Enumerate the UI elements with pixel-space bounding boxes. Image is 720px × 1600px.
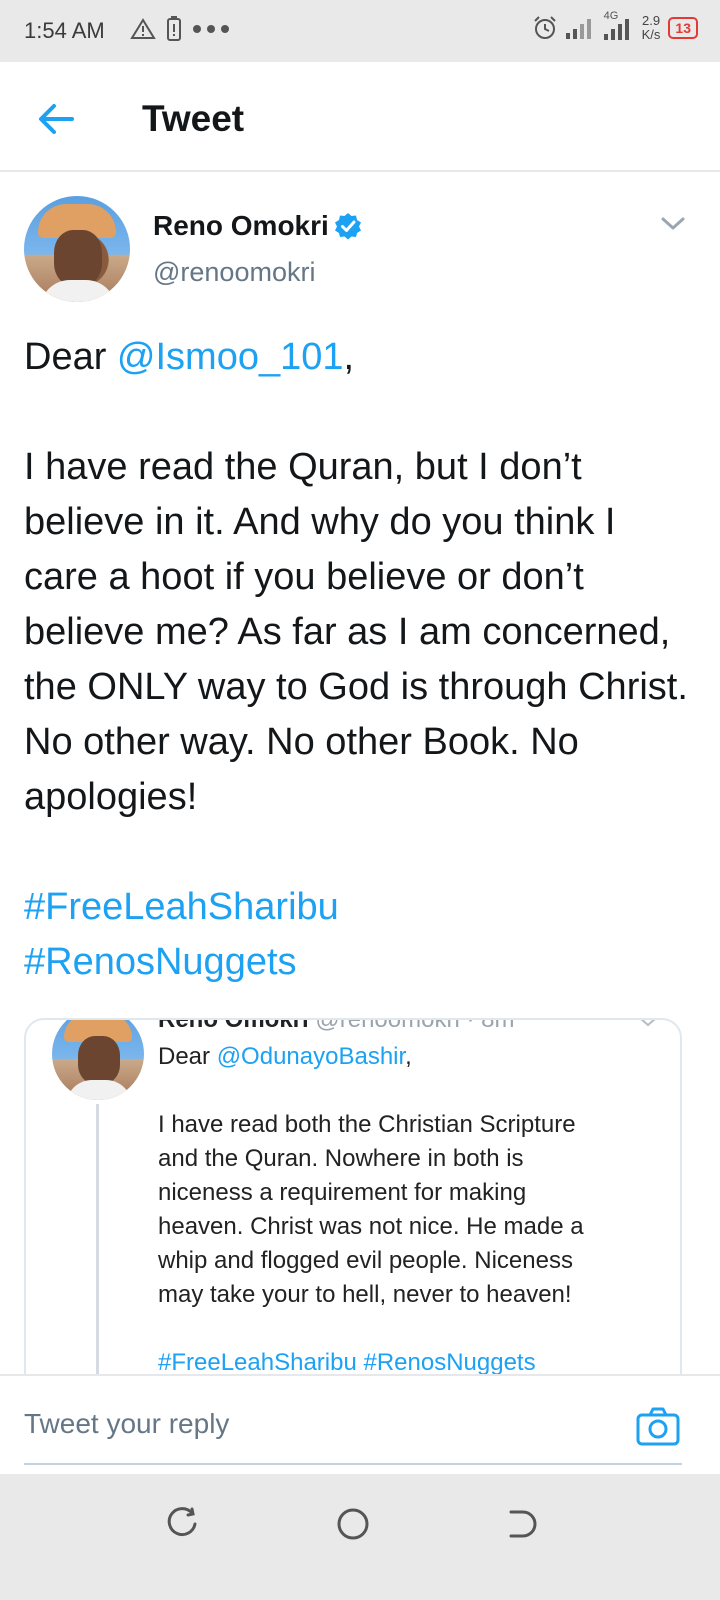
alarm-icon — [533, 16, 556, 39]
status-right: 4G 2.9 K/s 13 — [532, 10, 698, 42]
chevron-down-icon[interactable] — [660, 214, 686, 234]
tweet-image[interactable]: Reno Omokri @renoomokri · 8m Dear @Oduna… — [24, 1018, 682, 1398]
back-button[interactable] — [32, 94, 82, 144]
back-icon[interactable] — [503, 1504, 543, 1544]
tweet-text: Dear @Ismoo_101, I have read the Quran, … — [24, 330, 696, 990]
image-line: and the Quran. Nowhere in both is — [158, 1145, 524, 1172]
page-title: Tweet — [142, 98, 245, 139]
arrow-left-icon — [39, 104, 74, 134]
image-line: may take your to hell, never to heaven! — [158, 1281, 572, 1308]
hashtag-link[interactable]: #FreeLeahSharibu — [24, 880, 696, 935]
tweet-paragraph: I have read the Quran, but I don’t belie… — [24, 446, 688, 818]
status-time: 1:54 AM — [24, 18, 105, 43]
warning-icon — [130, 18, 156, 39]
image-author-line: Reno Omokri @renoomokri · 8m — [158, 1018, 515, 1033]
image-line: heaven. Christ was not nice. He made a — [158, 1213, 584, 1240]
author-name[interactable]: Reno Omokri — [153, 210, 329, 242]
image-avatar — [52, 1020, 144, 1100]
status-bar: 1:54 AM 4G 2.9 K/s 13 — [0, 0, 720, 62]
image-line: whip and flogged evil people. Niceness — [158, 1247, 573, 1274]
image-greeting: Dear @OdunayoBashir, — [158, 1043, 412, 1070]
speed-unit: K/s — [641, 27, 661, 42]
author-handle[interactable]: @renoomokri — [153, 257, 315, 288]
reply-underline — [24, 1463, 682, 1465]
hashtag-link[interactable]: #RenosNuggets — [24, 935, 696, 990]
app-header: Tweet — [0, 62, 720, 172]
thread-line — [96, 1104, 99, 1396]
author-avatar[interactable] — [24, 196, 130, 302]
recents-icon[interactable] — [162, 1504, 202, 1544]
verified-badge-icon — [335, 213, 361, 240]
reply-bar: Tweet your reply — [0, 1374, 720, 1474]
system-nav-bar — [0, 1474, 720, 1600]
camera-icon[interactable] — [636, 1406, 680, 1446]
image-line: I have read both the Christian Scripture — [158, 1111, 576, 1138]
tweet-greeting: Dear @Ismoo_101, — [24, 336, 355, 378]
signal-4g-icon: 4G — [602, 10, 634, 42]
more-dots-icon — [193, 25, 229, 33]
speed-value: 2.9 — [641, 13, 661, 28]
signal-icon — [565, 19, 591, 39]
app-root: 1:54 AM 4G 2.9 K/s 13 Tweet Reno Omokri … — [0, 0, 720, 1600]
chevron-down-icon — [640, 1020, 656, 1027]
image-text: Dear @OdunayoBashir, I have read both th… — [158, 1040, 658, 1380]
network-speed: 2.9 K/s — [642, 14, 661, 42]
battery-indicator: 13 — [668, 17, 698, 39]
home-icon[interactable] — [333, 1504, 373, 1544]
image-line: niceness a requirement for making — [158, 1179, 527, 1206]
status-left-icons — [130, 16, 230, 42]
mention-link[interactable]: @Ismoo_101 — [117, 336, 344, 378]
battery-saver-icon — [167, 16, 181, 41]
reply-input[interactable]: Tweet your reply — [24, 1408, 229, 1440]
